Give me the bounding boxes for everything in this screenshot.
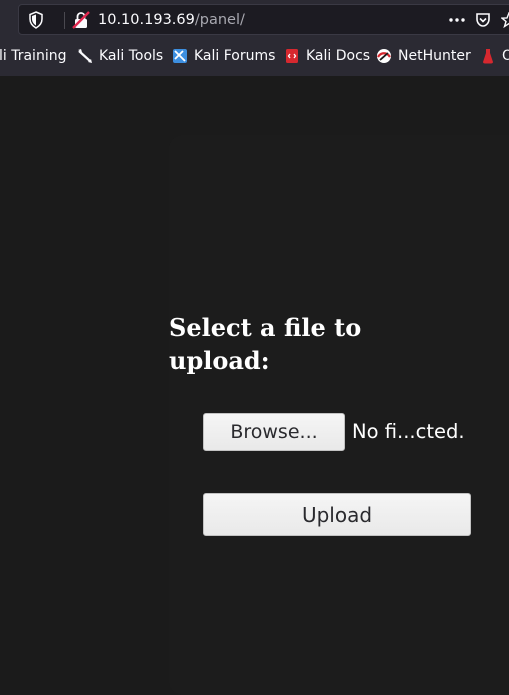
bookmark-kali-tools[interactable]: Kali Tools: [77, 40, 163, 72]
nethunter-icon: [377, 49, 391, 63]
bookmark-offsec[interactable]: O: [480, 40, 509, 72]
browse-button[interactable]: Browse...: [203, 413, 345, 451]
bookmark-nethunter[interactable]: NetHunter: [376, 40, 471, 72]
bookmark-kali-training[interactable]: li Training: [0, 40, 66, 72]
url-text[interactable]: 10.10.193.69/panel/: [98, 10, 245, 30]
upload-heading: Select a file to upload:: [169, 313, 362, 375]
kali-docs-icon: [286, 49, 298, 63]
bookmark-label: Kali Docs: [306, 48, 371, 64]
more-actions-icon[interactable]: [449, 17, 465, 23]
browser-toolbar: 10.10.193.69/panel/ li Training Kali Too…: [0, 0, 509, 76]
pocket-icon[interactable]: [475, 12, 491, 28]
kali-tools-icon: [78, 49, 92, 63]
bookmark-star-icon[interactable]: [501, 12, 509, 28]
bookmark-label: NetHunter: [398, 48, 471, 64]
shield-icon[interactable]: [28, 11, 44, 29]
bookmark-label: O: [502, 48, 509, 64]
bookmark-kali-docs[interactable]: Kali Docs: [284, 40, 370, 72]
page-actions: [449, 9, 509, 31]
address-bar[interactable]: 10.10.193.69/panel/: [18, 4, 509, 35]
bookmark-label: Kali Forums: [194, 48, 276, 64]
insecure-lock-icon[interactable]: [72, 11, 90, 29]
upload-button[interactable]: Upload: [203, 493, 471, 536]
kali-forums-icon: [173, 49, 187, 63]
bookmark-label: li Training: [0, 48, 67, 64]
address-bar-divider: [64, 12, 65, 29]
url-path: /panel/: [194, 12, 245, 28]
url-host: 10.10.193.69: [98, 12, 195, 28]
offsec-icon: [483, 49, 493, 64]
file-status-text: No fi...cted.: [352, 420, 465, 443]
bookmark-label: Kali Tools: [99, 48, 164, 64]
bookmark-kali-forums[interactable]: Kali Forums: [172, 40, 275, 72]
bookmarks-toolbar: li Training Kali Tools Kali Forums Kali …: [0, 40, 509, 72]
